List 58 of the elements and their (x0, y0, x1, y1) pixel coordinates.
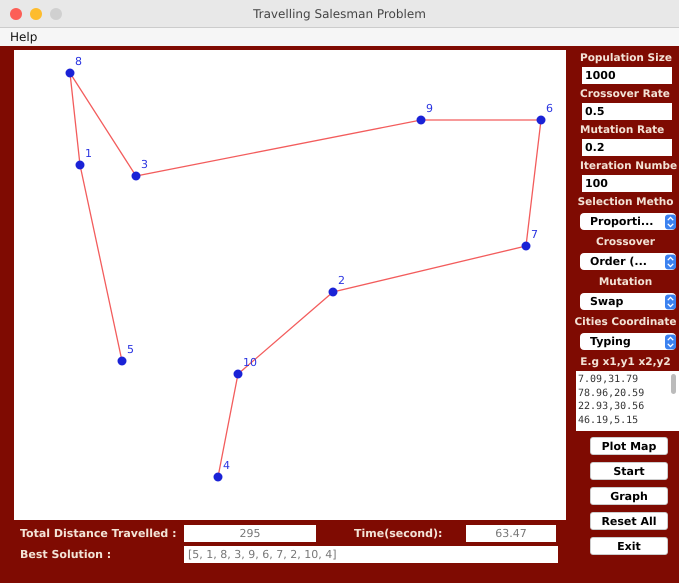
solution-field: [5, 1, 8, 3, 9, 6, 7, 2, 10, 4] (184, 546, 558, 563)
action-button[interactable]: Graph (590, 487, 668, 505)
stepper-icon (665, 254, 676, 270)
time-field: 63.47 (466, 525, 556, 542)
city-dot (66, 68, 74, 78)
setting-label: Iteration Numbe (579, 159, 678, 174)
setting-label: Mutation (598, 275, 654, 290)
action-button[interactable]: Start (590, 462, 668, 480)
city-label: 8 (75, 55, 82, 68)
stepper-icon (665, 334, 676, 350)
input-field[interactable]: 0.5 (582, 103, 672, 120)
setting-label: Cities Coordinate (573, 315, 678, 330)
city-label: 2 (338, 274, 345, 287)
setting-label: Crossover (595, 235, 656, 250)
city-dot (234, 370, 242, 378)
minimize-button[interactable] (30, 8, 42, 20)
city-label: 1 (85, 147, 92, 160)
dropdown[interactable]: Swap (580, 293, 676, 310)
input-field[interactable]: 100 (582, 175, 672, 192)
stepper-icon (665, 294, 676, 310)
setting-label: Mutation Rate (579, 123, 666, 138)
input-field[interactable]: 1000 (582, 67, 672, 84)
city-label: 9 (426, 102, 433, 115)
city-label: 5 (127, 343, 134, 356)
dropdown[interactable]: Proporti... (580, 213, 676, 230)
city-label: 4 (223, 459, 230, 472)
distance-field: 295 (184, 525, 316, 542)
close-button[interactable] (10, 8, 22, 20)
dropdown[interactable]: Order (... (580, 253, 676, 270)
action-button[interactable]: Plot Map (590, 437, 668, 455)
menu-item[interactable]: Help (10, 30, 38, 44)
setting-label: Selection Metho (576, 195, 674, 210)
city-dot (416, 116, 426, 124)
stepper-icon (665, 214, 676, 230)
window-title: Travelling Salesman Problem (253, 6, 426, 20)
city-dot (536, 116, 546, 124)
solution-label: Best Solution : (20, 548, 112, 561)
city-dot (214, 472, 222, 482)
setting-label: Population Size (579, 51, 673, 66)
setting-label: Crossover Rate (579, 87, 671, 102)
city-dot (118, 356, 126, 366)
time-label: Time(second): (354, 527, 444, 540)
city-dot (76, 160, 84, 170)
city-label: 6 (546, 102, 553, 115)
city-dot (522, 242, 530, 250)
zoom-button[interactable] (50, 8, 62, 20)
city-dot (328, 288, 338, 296)
coordinates-hint: E.g x1,y1 x2,y2 (579, 355, 672, 370)
input-field[interactable]: 0.2 (582, 139, 672, 156)
city-dot (132, 172, 140, 180)
city-label: 7 (531, 228, 538, 241)
scrollbar-thumb[interactable] (671, 374, 676, 394)
coordinates-textarea[interactable]: 7.09,31.79 78.96,20.59 22.93,30.56 46.19,5.15 (576, 371, 679, 431)
dropdown[interactable]: Typing (580, 333, 676, 350)
action-button[interactable]: Exit (590, 537, 668, 555)
action-button[interactable]: Reset All (590, 512, 668, 530)
city-label: 3 (141, 158, 148, 171)
distance-label: Total Distance Travelled : (20, 527, 178, 540)
